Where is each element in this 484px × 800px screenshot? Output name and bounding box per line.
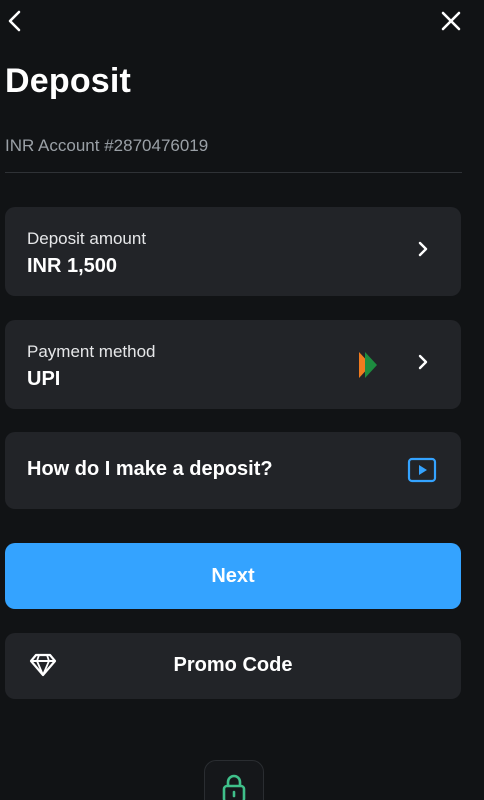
chevron-right-icon (418, 241, 428, 257)
close-icon (441, 11, 461, 31)
close-button[interactable] (436, 6, 466, 36)
video-play-icon (407, 457, 437, 483)
back-arrow-icon (8, 10, 21, 32)
chevron-right-icon (418, 354, 428, 370)
promo-code-label: Promo Code (173, 654, 293, 676)
deposit-screen: Deposit INR Account #2870476019 Deposit … (0, 0, 484, 800)
account-number: INR Account #2870476019 (5, 136, 209, 155)
lock-icon (222, 774, 246, 800)
secure-lock-badge (204, 760, 264, 800)
payment-method-card[interactable]: Payment method UPI (5, 320, 461, 409)
upi-logo-icon (359, 352, 377, 378)
back-button[interactable] (0, 6, 30, 36)
how-to-deposit-label: How do I make a deposit? (27, 458, 273, 480)
page-title: Deposit (5, 62, 132, 100)
payment-method-label: Payment method (27, 342, 156, 361)
deposit-amount-label: Deposit amount (27, 229, 147, 248)
deposit-amount-value: INR 1,500 (27, 255, 118, 277)
payment-method-value: UPI (27, 368, 61, 390)
how-to-deposit-card[interactable]: How do I make a deposit? (5, 432, 461, 509)
next-button[interactable]: Next (5, 543, 461, 609)
deposit-amount-card[interactable]: Deposit amount INR 1,500 (5, 207, 461, 296)
promo-code-button[interactable]: Promo Code (5, 633, 461, 699)
divider (5, 172, 462, 173)
